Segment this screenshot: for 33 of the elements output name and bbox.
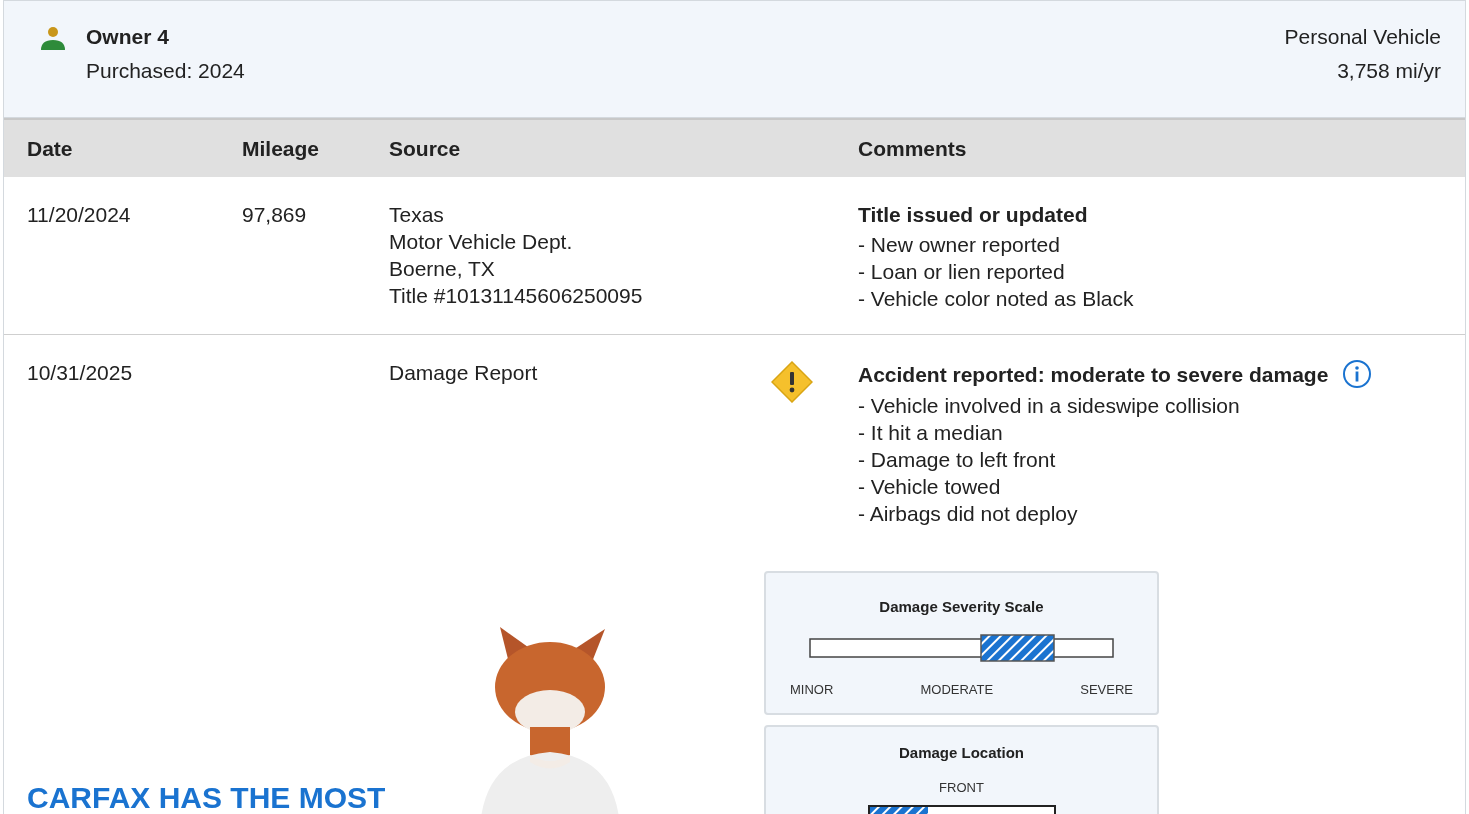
purchase-year: Purchased: 2024 (86, 59, 245, 83)
vehicle-usage: Personal Vehicle (1284, 25, 1441, 49)
column-header: Comments (858, 136, 968, 161)
source-line: Motor Vehicle Dept. (389, 229, 574, 255)
event-detail: - Vehicle involved in a sideswipe collision (858, 393, 1241, 419)
event-headline: Title issued or updated (858, 202, 1088, 228)
scale-label: MINOR (790, 681, 834, 699)
column-header: Date (27, 136, 74, 161)
source-line: Damage Report (389, 360, 539, 386)
column-header: Mileage (242, 136, 321, 161)
scale-label: MODERATE (920, 681, 994, 699)
event-detail: - Vehicle towed (858, 474, 1002, 500)
date-cell-text: 10/31/2025 (27, 360, 134, 386)
event-headline: Accident reported: moderate to severe damage (858, 361, 1329, 388)
event-detail: - Vehicle color noted as Black (858, 286, 1135, 312)
owner-title: Owner 4 (86, 25, 170, 49)
source-line: Boerne, TX (389, 256, 496, 282)
scale-label: SEVERE (1080, 681, 1133, 699)
mileage-cell: 97,869 (242, 203, 307, 226)
event-detail: - Airbags did not deploy (858, 501, 1079, 527)
card-title: Damage Location (898, 743, 1025, 763)
source-line: Texas (389, 202, 445, 228)
event-detail: - It hit a median (858, 420, 1004, 446)
annual-mileage: 3,758 mi/yr (1337, 59, 1441, 83)
location-label: FRONT (938, 779, 985, 797)
source-line: Title #10131145606250095 (389, 283, 644, 309)
event-detail: - Damage to left front (858, 447, 1057, 473)
date-cell-text: 11/20/2024 (27, 202, 132, 228)
column-header: Source (389, 136, 462, 161)
event-detail: - New owner reported (858, 232, 1061, 258)
card-title: Damage Severity Scale (878, 597, 1045, 617)
promo-headline: CARFAX HAS THE MOST (27, 784, 386, 811)
event-detail: - Loan or lien reported (858, 259, 1066, 285)
